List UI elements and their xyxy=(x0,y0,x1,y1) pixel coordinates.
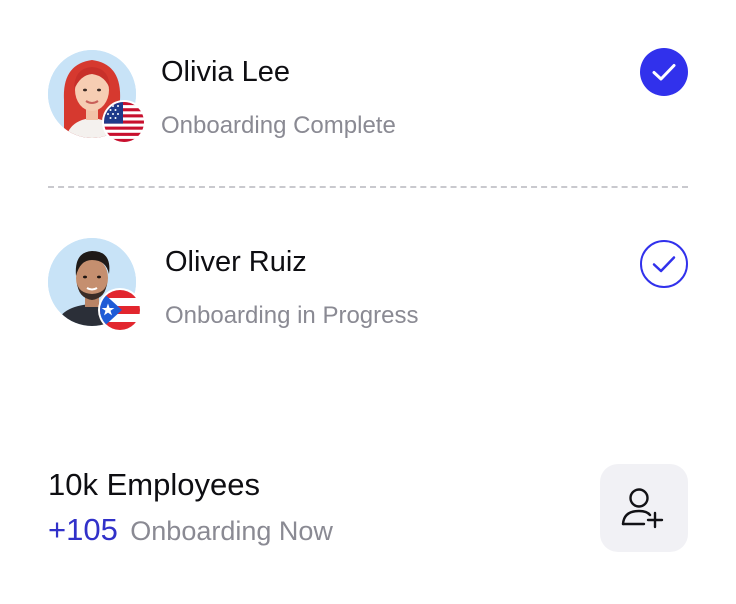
onboarding-count: +105 xyxy=(48,512,118,547)
employee-status: Onboarding in Progress xyxy=(165,302,419,329)
onboarding-label: Onboarding Now xyxy=(130,516,333,546)
us-flag-icon xyxy=(104,102,144,142)
employee-name: Oliver Ruiz xyxy=(165,246,307,278)
avatar-group xyxy=(48,238,152,342)
checkmark-outline-icon[interactable] xyxy=(640,240,688,288)
employee-name: Olivia Lee xyxy=(161,56,290,88)
onboarding-now-line: +105 Onboarding Now xyxy=(48,514,333,545)
employee-count-title: 10k Employees xyxy=(48,467,260,502)
add-user-icon xyxy=(621,488,664,529)
avatar-group xyxy=(48,50,152,154)
checkmark-filled-icon[interactable] xyxy=(640,48,688,96)
dashed-divider xyxy=(48,186,688,188)
employee-row-oliver[interactable]: Oliver Ruiz Onboarding in Progress xyxy=(0,230,736,340)
add-employee-button[interactable] xyxy=(600,464,688,552)
puerto-rico-flag-icon xyxy=(100,290,140,330)
employee-status: Onboarding Complete xyxy=(161,112,396,139)
employee-row-olivia[interactable]: Olivia Lee Onboarding Complete xyxy=(0,40,736,150)
